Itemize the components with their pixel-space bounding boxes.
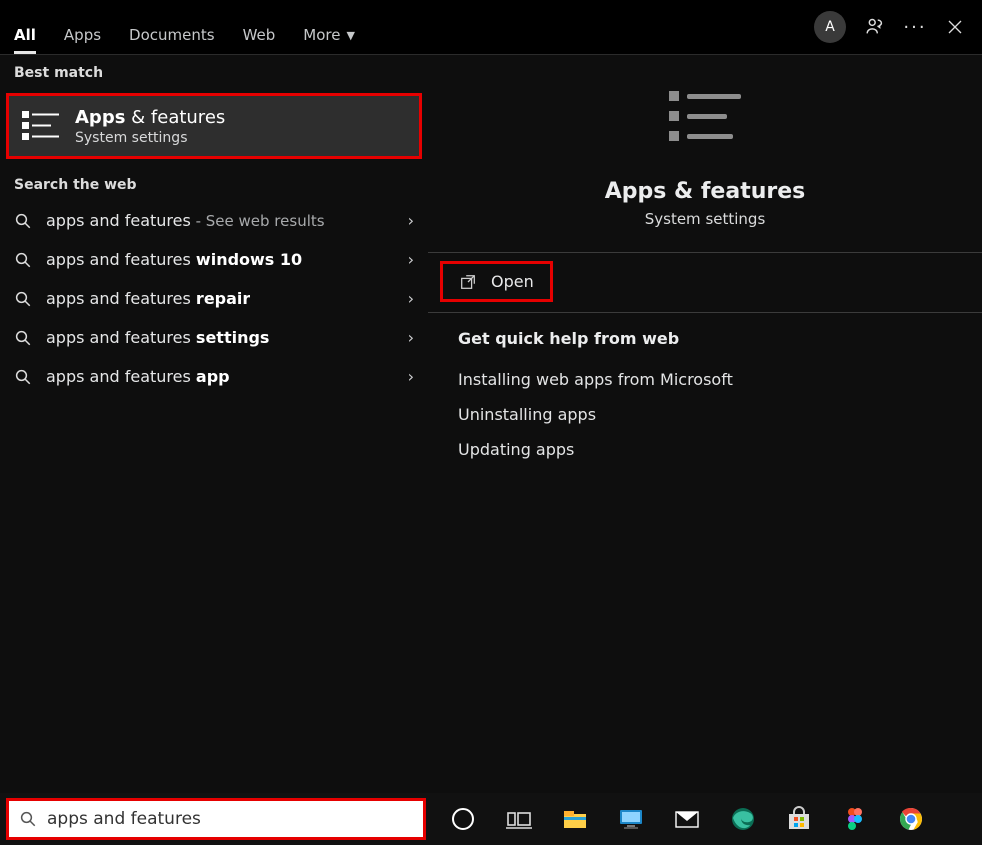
taskbar-search[interactable] <box>6 798 426 840</box>
web-result-text: apps and features settings <box>46 328 269 347</box>
web-result[interactable]: apps and features repair › <box>0 279 428 318</box>
preview-title: Apps & features <box>428 179 982 204</box>
web-result-text: apps and features app <box>46 367 230 386</box>
help-link[interactable]: Uninstalling apps <box>428 397 982 432</box>
search-icon <box>19 810 37 828</box>
tab-documents[interactable]: Documents <box>115 12 229 54</box>
tab-apps[interactable]: Apps <box>50 12 115 54</box>
apps-features-large-icon <box>661 79 749 163</box>
preview-subtitle: System settings <box>428 210 982 228</box>
separator <box>428 312 982 313</box>
apps-features-icon <box>21 106 61 146</box>
chevron-right-icon: › <box>408 328 414 347</box>
chevron-down-icon: ▼ <box>346 29 354 42</box>
avatar[interactable]: A <box>814 11 846 43</box>
search-icon <box>14 212 32 230</box>
header: All Apps Documents Web More ▼ A ··· <box>0 0 982 54</box>
web-result-text: apps and features repair <box>46 289 250 308</box>
taskbar <box>0 793 982 845</box>
chevron-right-icon: › <box>408 289 414 308</box>
close-button[interactable] <box>944 16 966 38</box>
task-view-icon[interactable] <box>504 804 534 834</box>
chevron-right-icon: › <box>408 367 414 386</box>
search-web-label: Search the web <box>0 167 428 201</box>
taskbar-apps <box>448 804 926 834</box>
tab-more[interactable]: More ▼ <box>289 12 369 54</box>
header-actions: A ··· <box>814 11 966 43</box>
help-link[interactable]: Installing web apps from Microsoft <box>428 362 982 397</box>
open-icon <box>459 273 477 291</box>
search-icon <box>14 251 32 269</box>
web-result[interactable]: apps and features app › <box>0 357 428 396</box>
search-tabs: All Apps Documents Web More ▼ <box>0 0 369 54</box>
feedback-icon[interactable] <box>864 16 886 38</box>
monitor-app-icon[interactable] <box>616 804 646 834</box>
preview-panel: Apps & features System settings Open Get… <box>428 54 982 793</box>
best-match-title: Apps & features <box>75 107 225 128</box>
best-match-text: Apps & features System settings <box>75 107 225 146</box>
open-button[interactable]: Open <box>440 261 553 302</box>
web-result[interactable]: apps and features - See web results › <box>0 201 428 240</box>
search-icon <box>14 290 32 308</box>
edge-icon[interactable] <box>728 804 758 834</box>
more-options-icon[interactable]: ··· <box>904 16 926 38</box>
help-section-title: Get quick help from web <box>428 329 982 348</box>
results-panel: Best match Apps & features System settin <box>0 54 428 793</box>
search-icon <box>14 368 32 386</box>
file-explorer-icon[interactable] <box>560 804 590 834</box>
web-result-text: apps and features windows 10 <box>46 250 302 269</box>
tab-all[interactable]: All <box>0 12 50 54</box>
content: Best match Apps & features System settin <box>0 54 982 793</box>
web-result[interactable]: apps and features settings › <box>0 318 428 357</box>
chevron-right-icon: › <box>408 211 414 230</box>
best-match-subtitle: System settings <box>75 130 225 146</box>
tab-more-label: More <box>303 26 340 44</box>
chrome-icon[interactable] <box>896 804 926 834</box>
best-match-label: Best match <box>0 55 428 89</box>
separator <box>428 252 982 253</box>
microsoft-store-icon[interactable] <box>784 804 814 834</box>
figma-icon[interactable] <box>840 804 870 834</box>
tab-web[interactable]: Web <box>229 12 290 54</box>
best-match-highlight: Apps & features System settings <box>6 93 422 159</box>
web-result-text: apps and features - See web results <box>46 211 325 230</box>
search-input[interactable] <box>45 808 413 830</box>
open-label: Open <box>491 272 534 291</box>
cortana-icon[interactable] <box>448 804 478 834</box>
mail-icon[interactable] <box>672 804 702 834</box>
help-link[interactable]: Updating apps <box>428 432 982 467</box>
search-icon <box>14 329 32 347</box>
chevron-right-icon: › <box>408 250 414 269</box>
web-result[interactable]: apps and features windows 10 › <box>0 240 428 279</box>
best-match-item[interactable]: Apps & features System settings <box>9 96 419 156</box>
